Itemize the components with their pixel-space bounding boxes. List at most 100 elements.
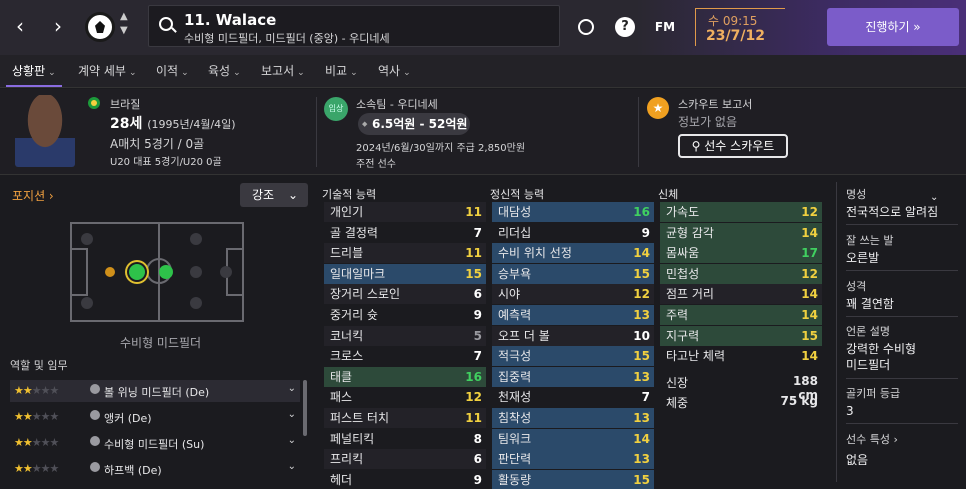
chevron-down-icon[interactable]: ⌄ <box>288 435 296 446</box>
help-icon[interactable]: ? <box>615 17 635 37</box>
position-dot-fair <box>105 267 115 277</box>
technical-attribute-row[interactable]: 장거리 스로인 6 <box>324 284 486 305</box>
attribute-value: 15 <box>465 266 482 281</box>
attribute-value: 14 <box>801 225 818 240</box>
attribute-value: 15 <box>633 266 650 281</box>
star-icon: ★ <box>14 436 24 449</box>
physical-attribute-row[interactable]: 가속도 12 <box>660 202 822 222</box>
role-item[interactable]: ★★★★★ 하프백 (De) ⌄ <box>10 458 300 480</box>
info-icon[interactable] <box>90 410 100 420</box>
tab-compare[interactable]: 비교 ⌄ <box>325 62 358 79</box>
star-icon: ★ <box>40 462 51 475</box>
mental-attribute-row[interactable]: 시야 12 <box>492 284 654 305</box>
search-icon[interactable] <box>159 17 173 31</box>
tab-development[interactable]: 육성 ⌄ <box>208 62 241 79</box>
mental-attribute-row[interactable]: 예측력 13 <box>492 305 654 325</box>
mental-attribute-row[interactable]: 리더십 9 <box>492 223 654 243</box>
club-status-badge: 입상 <box>324 97 348 121</box>
back-arrow-icon[interactable]: ‹ <box>8 14 32 38</box>
mental-attribute-row[interactable]: 대담성 16 <box>492 202 654 222</box>
tab-label: 보고서 <box>261 64 295 78</box>
technical-attribute-row[interactable]: 패스 12 <box>324 387 486 407</box>
attribute-value: 12 <box>801 205 818 219</box>
tab-transfer[interactable]: 이적 ⌄ <box>156 62 189 79</box>
mental-attribute-row[interactable]: 적극성 15 <box>492 346 654 367</box>
goalkeeper-rating-value: 3 <box>846 404 854 418</box>
technical-attribute-row[interactable]: 개인기 11 <box>324 202 486 222</box>
mental-attribute-row[interactable]: 승부욕 15 <box>492 263 654 284</box>
technical-attribute-row[interactable]: 일대일마크 15 <box>324 263 486 284</box>
position-link[interactable]: 포지션 › <box>12 187 54 204</box>
attribute-value: 11 <box>465 411 482 425</box>
mental-attribute-row[interactable]: 수비 위치 선정 14 <box>492 243 654 264</box>
mental-attribute-row[interactable]: 집중력 13 <box>492 366 654 387</box>
info-icon[interactable] <box>90 384 100 394</box>
physical-attribute-row[interactable]: 점프 거리 14 <box>660 284 822 305</box>
role-item[interactable]: ★★★★★ 앵커 (De) ⌄ <box>10 406 300 428</box>
attribute-name: 팀워크 <box>498 431 532 446</box>
mental-attribute-row[interactable]: 판단력 13 <box>492 449 654 470</box>
attribute-name: 대담성 <box>498 205 532 219</box>
technical-attribute-row[interactable]: 골 결정력 7 <box>324 223 486 243</box>
globe-icon[interactable] <box>578 19 594 35</box>
technical-attribute-row[interactable]: 크로스 7 <box>324 346 486 366</box>
technical-attribute-row[interactable]: 태클 16 <box>324 366 486 387</box>
chevron-down-icon[interactable]: ⌄ <box>288 383 296 394</box>
star-icon: ★ <box>22 410 33 423</box>
star-icon: ★ <box>647 97 669 119</box>
physical-attribute-row[interactable]: 몸싸움 17 <box>660 243 822 264</box>
transfer-value[interactable]: 6.5억원 - 52억원 <box>358 113 470 135</box>
role-item[interactable]: ★★★★★ 수비형 미드필더 (Su) ⌄ <box>10 432 300 454</box>
mental-attribute-row[interactable]: 침착성 13 <box>492 408 654 428</box>
physical-attribute-row[interactable]: 주력 14 <box>660 305 822 325</box>
attribute-value: 6 <box>473 452 482 467</box>
tab-contract[interactable]: 계약 세부 ⌄ <box>78 62 137 79</box>
info-icon[interactable] <box>90 436 100 446</box>
chevron-down-icon[interactable]: ⌄ <box>288 461 296 472</box>
forward-arrow-icon[interactable]: › <box>46 14 70 38</box>
continue-button[interactable]: 진행하기 » <box>827 8 959 46</box>
technical-attribute-row[interactable]: 헤더 9 <box>324 470 486 489</box>
physical-attribute-row[interactable]: 타고난 체력 14 <box>660 346 822 366</box>
chevron-down-icon[interactable]: ⌄ <box>288 409 296 420</box>
scout-player-button[interactable]: ⚲ 선수 스카우트 <box>678 134 788 158</box>
physical-attribute-row[interactable]: 균형 감각 14 <box>660 222 822 243</box>
mental-attribute-row[interactable]: 천재성 7 <box>492 387 654 407</box>
highlight-dropdown[interactable]: 강조 ⌄ <box>240 183 308 207</box>
club-crest-icon[interactable] <box>85 12 115 42</box>
player-age: 28세 (1995년/4월/4일) <box>110 113 236 133</box>
fm-home-icon[interactable]: FM <box>652 17 678 37</box>
player-search-box[interactable]: 11. Walace 수비형 미드필더, 미드필더 (중앙) - 우디네세 <box>148 5 560 47</box>
info-icon[interactable] <box>90 462 100 472</box>
tab-overview[interactable]: 상황판 ⌄ <box>12 62 56 79</box>
game-date[interactable]: 수 09:15 23/7/12 <box>695 8 785 46</box>
brazil-flag-icon <box>88 97 100 109</box>
mental-attribute-row[interactable]: 활동량 15 <box>492 469 654 489</box>
roles-scrollbar[interactable] <box>303 380 307 436</box>
mental-attribute-row[interactable]: 오프 더 볼 10 <box>492 325 654 346</box>
physical-attribute-row[interactable]: 지구력 15 <box>660 325 822 346</box>
technical-attribute-row[interactable]: 페널티킥 8 <box>324 429 486 449</box>
tab-reports[interactable]: 보고서 ⌄ <box>261 62 305 79</box>
star-icon: ★ <box>49 410 60 423</box>
physical-attribute-row[interactable]: 민첩성 12 <box>660 263 822 284</box>
role-item[interactable]: ★★★★★ 볼 위닝 미드필더 (De) ⌄ <box>10 380 300 402</box>
role-name: 앵커 (De) <box>104 412 152 425</box>
mental-attribute-row[interactable]: 팀워크 14 <box>492 428 654 449</box>
tab-history[interactable]: 역사 ⌄ <box>378 62 411 79</box>
reputation-value: 전국적으로 알려짐 <box>846 205 939 219</box>
personality-title: 성격 <box>846 280 867 293</box>
attribute-name: 침착성 <box>498 411 532 425</box>
up-down-chevron-icon[interactable]: ▲ ▼ <box>120 10 128 38</box>
player-traits-link[interactable]: 선수 특성 › <box>846 431 898 447</box>
chevron-down-icon[interactable]: ⌄ <box>930 192 938 203</box>
technical-attribute-row[interactable]: 중거리 슛 9 <box>324 305 486 325</box>
technical-attribute-row[interactable]: 프리킥 6 <box>324 449 486 470</box>
technical-attribute-row[interactable]: 드리블 11 <box>324 243 486 264</box>
technical-attribute-row[interactable]: 코너킥 5 <box>324 325 486 346</box>
role-name: 수비형 미드필더 (Su) <box>104 438 205 451</box>
technical-attribute-row[interactable]: 퍼스트 터치 11 <box>324 408 486 428</box>
mental-title: 정신적 능력 <box>490 188 545 201</box>
attribute-name: 민첩성 <box>666 266 700 281</box>
attribute-value: 9 <box>473 308 482 322</box>
